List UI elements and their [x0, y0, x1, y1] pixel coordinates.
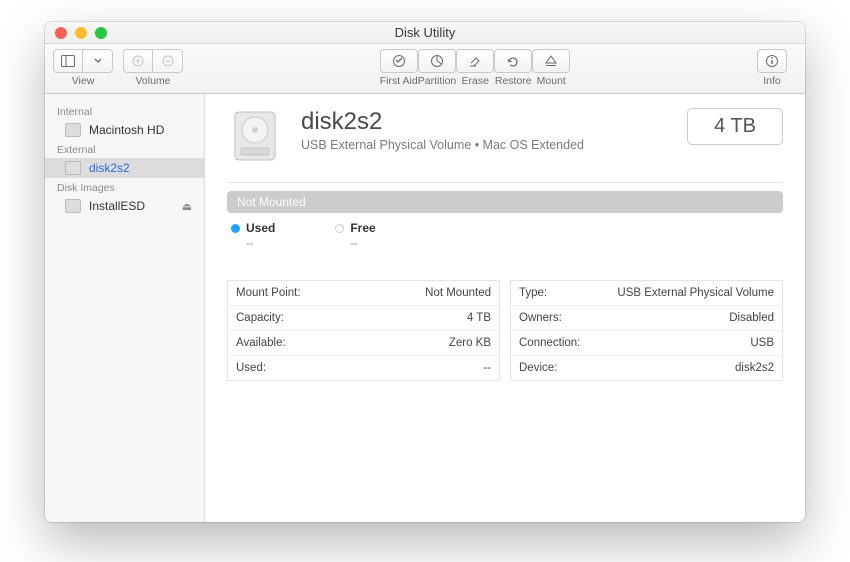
toolbar-actions: First Aid Partition Erase Restore [380, 49, 571, 87]
sidebar-item[interactable]: Macintosh HD [45, 120, 204, 140]
info-row: Used:-- [228, 356, 500, 381]
info-icon [764, 54, 780, 68]
window-title: Disk Utility [45, 25, 805, 40]
restore-button[interactable] [494, 49, 532, 73]
info-tables: Mount Point:Not MountedCapacity:4 TBAvai… [227, 280, 783, 381]
info-value: USB [595, 331, 783, 356]
volume-subtitle: USB External Physical Volume • Mac OS Ex… [301, 138, 584, 152]
used-label: Used [246, 221, 275, 235]
first-aid-label: First Aid [380, 75, 418, 87]
partition-button[interactable] [418, 49, 456, 73]
info-row: Capacity:4 TB [228, 306, 500, 331]
sidebar-item-label: InstallESD [89, 199, 145, 213]
toolbar-info-label: Info [763, 75, 781, 87]
chevron-down-icon [94, 58, 102, 64]
capacity-badge: 4 TB [687, 108, 783, 145]
info-button[interactable] [757, 49, 787, 73]
toolbar-volume-label: Volume [135, 75, 170, 87]
first-aid-button[interactable] [380, 49, 418, 73]
info-value: Zero KB [362, 331, 499, 356]
used-swatch [231, 224, 240, 233]
sidebar-item[interactable]: disk2s2 [45, 158, 204, 178]
window-controls [45, 27, 107, 39]
sidebar-item[interactable]: InstallESD ⏏ [45, 196, 204, 216]
sidebar-item-label: Macintosh HD [89, 123, 164, 137]
mount-label: Mount [537, 75, 566, 87]
info-key: Available: [228, 331, 363, 356]
titlebar: Disk Utility [45, 22, 805, 44]
minimize-icon[interactable] [75, 27, 87, 39]
erase-label: Erase [462, 75, 489, 87]
free-swatch [335, 224, 344, 233]
info-table-left: Mount Point:Not MountedCapacity:4 TBAvai… [227, 280, 500, 381]
info-row: Connection:USB [511, 331, 783, 356]
info-key: Capacity: [228, 306, 363, 331]
sidebar-layout-icon [61, 55, 75, 67]
free-label: Free [350, 221, 375, 235]
info-table-right: Type:USB External Physical VolumeOwners:… [510, 280, 783, 381]
erase-icon [467, 54, 483, 68]
info-row: Owners:Disabled [511, 306, 783, 331]
restore-label: Restore [495, 75, 532, 87]
status-bar: Not Mounted [227, 191, 783, 213]
zoom-icon[interactable] [95, 27, 107, 39]
erase-button[interactable] [456, 49, 494, 73]
info-value: USB External Physical Volume [595, 281, 783, 306]
partition-icon [429, 54, 445, 68]
partition-label: Partition [418, 75, 457, 87]
usage-legend: Used -- Free -- [227, 221, 783, 256]
sidebar: Internal Macintosh HD External disk2s2 Disk … [45, 94, 205, 522]
info-key: Mount Point: [228, 281, 363, 306]
disk-small-icon [65, 161, 81, 175]
disk-utility-window: Disk Utility View Vol [45, 22, 805, 522]
sidebar-heading: Disk Images [45, 178, 204, 196]
info-value: -- [362, 356, 499, 381]
free-value: -- [335, 238, 375, 250]
info-row: Type:USB External Physical Volume [511, 281, 783, 306]
info-key: Type: [511, 281, 595, 306]
sidebar-heading: External [45, 140, 204, 158]
info-key: Device: [511, 356, 595, 381]
info-key: Used: [228, 356, 363, 381]
toolbar-volume-group: Volume [123, 49, 183, 87]
volume-add-button[interactable] [123, 49, 153, 73]
info-value: Disabled [595, 306, 783, 331]
volume-remove-button[interactable] [153, 49, 183, 73]
toolbar-view-label: View [72, 75, 95, 87]
divider [227, 182, 783, 183]
info-value: Not Mounted [362, 281, 499, 306]
close-icon[interactable] [55, 27, 67, 39]
main-panel: disk2s2 USB External Physical Volume • M… [205, 94, 805, 522]
toolbar: View Volume First Aid [45, 44, 805, 94]
info-row: Device:disk2s2 [511, 356, 783, 381]
restore-icon [505, 54, 521, 68]
info-key: Owners: [511, 306, 595, 331]
toolbar-view-group: View [53, 49, 113, 87]
sidebar-item-label: disk2s2 [89, 161, 130, 175]
info-value: disk2s2 [595, 356, 783, 381]
info-key: Connection: [511, 331, 595, 356]
view-mode-button[interactable] [53, 49, 83, 73]
info-value: 4 TB [362, 306, 499, 331]
info-row: Mount Point:Not Mounted [228, 281, 500, 306]
info-row: Available:Zero KB [228, 331, 500, 356]
volume-title: disk2s2 [301, 108, 584, 136]
eject-icon[interactable]: ⏏ [182, 200, 192, 213]
toolbar-info-group: Info [757, 49, 787, 87]
volume-remove-icon [161, 55, 175, 67]
first-aid-icon [391, 54, 407, 68]
disk-small-icon [65, 123, 81, 137]
view-mode-dropdown[interactable] [83, 49, 113, 73]
used-value: -- [231, 238, 275, 250]
mount-button[interactable] [532, 49, 570, 73]
sidebar-heading: Internal [45, 102, 204, 120]
hard-disk-icon [227, 108, 283, 164]
disk-small-icon [65, 199, 81, 213]
mount-icon [543, 54, 559, 68]
volume-add-icon [131, 55, 145, 67]
